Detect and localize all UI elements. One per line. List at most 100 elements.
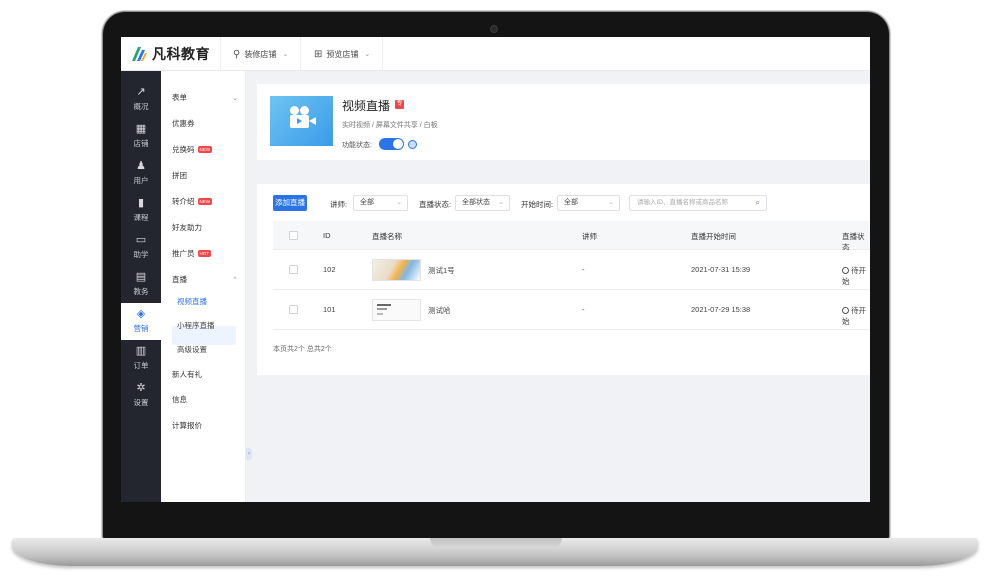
row-status: 待开始 <box>842 265 870 287</box>
submenu-label: 表单 <box>172 93 187 102</box>
hot-badge: HOT <box>197 250 211 257</box>
clock-icon <box>842 267 849 274</box>
nav-item-study[interactable]: ▭ 助学 <box>121 229 161 266</box>
users-icon: ♟ <box>136 160 146 172</box>
feature-header-card: 视频直播 专 实时视频 / 屏幕文件共享 / 白板 功能状态: <box>257 84 870 160</box>
submenu-item-redeem-code[interactable]: 兑换码 NEW <box>172 144 242 155</box>
nav-item-marketing[interactable]: ◈ 营销 <box>121 303 161 340</box>
table-row[interactable]: 102 测试1号 - 2021-07-31 15:39 待开始 <box>273 250 870 290</box>
row-start-time: 2021-07-31 15:39 <box>691 265 751 274</box>
nav-item-settings[interactable]: ✲ 设置 <box>121 377 161 414</box>
row-checkbox[interactable] <box>289 305 298 314</box>
submenu-label: 兑换码 <box>172 145 195 154</box>
submenu-item-friend-help[interactable]: 好友助力 <box>172 222 242 233</box>
nav-item-overview[interactable]: ↗ 概况 <box>121 81 161 118</box>
nav-item-courses[interactable]: ▮ 课程 <box>121 192 161 229</box>
submenu-item-advanced[interactable]: 高级设置 <box>177 344 247 355</box>
teacher-select[interactable]: 全部 ⌄ <box>353 195 408 211</box>
row-name[interactable]: 测试哈 <box>428 305 451 316</box>
teacher-filter-label: 讲师: <box>330 200 348 209</box>
nav-item-orders[interactable]: ▥ 订单 <box>121 340 161 377</box>
column-name: 直播名称 <box>372 232 402 241</box>
row-checkbox[interactable] <box>289 265 298 274</box>
info-icon[interactable] <box>408 140 417 149</box>
status-select-value: 全部状态 <box>462 199 490 206</box>
submenu-label: 信息 <box>172 395 187 404</box>
page-subtitle: 实时视频 / 屏幕文件共享 / 白板 <box>342 122 438 129</box>
video-camera-icon <box>270 96 333 146</box>
decorate-store-button[interactable]: ⚲ 装修店铺 ⌄ <box>221 37 302 71</box>
search-icon[interactable]: ⌕ <box>756 196 760 210</box>
pagination-summary: 本页共2个 总共2个 <box>273 346 332 353</box>
table-row[interactable]: 101 测试哈 - 2021-07-29 15:38 待开始 <box>273 290 870 330</box>
add-live-button[interactable]: 添加直播 <box>273 195 307 211</box>
chevron-down-icon: ⌄ <box>396 199 402 206</box>
row-start-time: 2021-07-29 15:38 <box>691 305 751 314</box>
chevron-down-icon: ⌄ <box>364 51 371 58</box>
order-icon: ▥ <box>135 345 147 357</box>
column-id: ID <box>323 231 331 240</box>
nav-label: 营销 <box>133 324 149 333</box>
submenu-item-miniapp-live[interactable]: 小程序直播 <box>177 320 247 331</box>
submenu-item-video-live[interactable]: 视频直播 <box>177 296 247 307</box>
nav-label: 订单 <box>133 361 149 370</box>
submenu-label: 计算报价 <box>172 421 202 430</box>
table-header: ID 直播名称 讲师 直播开始时间 直播状态 <box>273 221 870 252</box>
submenu-item-group-buy[interactable]: 拼团 <box>172 170 242 181</box>
submenu-group-live[interactable]: 直播 ⌃ <box>172 274 242 285</box>
submenu-item-referral[interactable]: 转介绍 NEW <box>172 196 242 207</box>
row-name[interactable]: 测试1号 <box>428 265 455 276</box>
collapse-sidebar-button[interactable]: ‹ <box>246 448 252 460</box>
submenu-label: 小程序直播 <box>177 321 215 330</box>
row-status: 待开始 <box>842 305 870 327</box>
book-icon: ▮ <box>137 197 145 209</box>
select-all-checkbox[interactable] <box>289 231 298 240</box>
start-time-filter-label: 开始时间: <box>521 200 554 209</box>
live-cover-image <box>372 259 421 281</box>
start-time-select-value: 全部 <box>564 199 578 206</box>
start-time-select[interactable]: 全部 ⌄ <box>557 195 620 211</box>
chart-icon: ↗ <box>136 86 146 98</box>
nav-label: 教务 <box>133 287 149 296</box>
submenu-item-forms[interactable]: 表单 ⌄ <box>172 92 242 103</box>
page-title: 视频直播 <box>342 99 391 113</box>
submenu-item-info[interactable]: 信息 <box>172 394 242 405</box>
search-input[interactable]: 请输入ID、直播名称或商品名称 ⌕ <box>629 195 767 211</box>
new-badge: NEW <box>197 146 212 153</box>
row-id: 102 <box>323 265 336 274</box>
submenu-label: 新人有礼 <box>172 370 202 379</box>
nav-item-users[interactable]: ♟ 用户 <box>121 155 161 192</box>
search-placeholder: 请输入ID、直播名称或商品名称 <box>637 199 728 206</box>
submenu-label: 视频直播 <box>177 297 207 306</box>
nav-label: 课程 <box>133 213 149 222</box>
status-select[interactable]: 全部状态 ⌄ <box>455 195 510 211</box>
top-bar: 凡科教育 ⚲ 装修店铺 ⌄ ⊞ 预览店铺 ⌄ <box>121 37 870 71</box>
nav-item-academic[interactable]: ▤ 教务 <box>121 266 161 303</box>
nav-item-store[interactable]: ▦ 店铺 <box>121 118 161 155</box>
secondary-nav: 表单 ⌄ 优惠券 兑换码 NEW 拼团 转介绍 NEW 好友助力 推广员 HOT… <box>161 71 246 502</box>
submenu-item-promoter[interactable]: 推广员 HOT <box>172 248 242 259</box>
logo-icon <box>130 46 148 62</box>
row-teacher: - <box>582 265 585 274</box>
feature-status-toggle[interactable] <box>379 138 404 150</box>
nav-label: 设置 <box>133 398 149 407</box>
submenu-item-newcomer-gift[interactable]: 新人有礼 <box>172 369 242 380</box>
clock-icon <box>842 307 849 314</box>
column-start-time: 直播开始时间 <box>691 232 736 241</box>
chevron-down-icon: ⌄ <box>498 199 504 206</box>
submenu-item-coupons[interactable]: 优惠券 <box>172 118 242 129</box>
submenu-item-quote[interactable]: 计算报价 <box>172 420 242 431</box>
preview-store-button[interactable]: ⊞ 预览店铺 ⌄ <box>302 37 384 71</box>
live-cover-image <box>372 299 421 321</box>
nav-label: 助学 <box>133 250 149 259</box>
submenu-label: 好友助力 <box>172 223 202 232</box>
screen: 凡科教育 ⚲ 装修店铺 ⌄ ⊞ 预览店铺 ⌄ ↗ 概况 ▦ 店铺 ♟ 用户 ▮ … <box>121 37 870 502</box>
tag-icon: ◈ <box>136 308 146 320</box>
nav-label: 概况 <box>133 102 149 111</box>
submenu-label: 优惠券 <box>172 119 195 128</box>
gear-icon: ✲ <box>136 382 146 394</box>
calendar-icon: ▤ <box>135 271 147 283</box>
brand-logo[interactable]: 凡科教育 <box>121 37 221 71</box>
submenu-label: 拼团 <box>172 171 187 180</box>
paint-icon: ⚲ <box>233 48 241 60</box>
